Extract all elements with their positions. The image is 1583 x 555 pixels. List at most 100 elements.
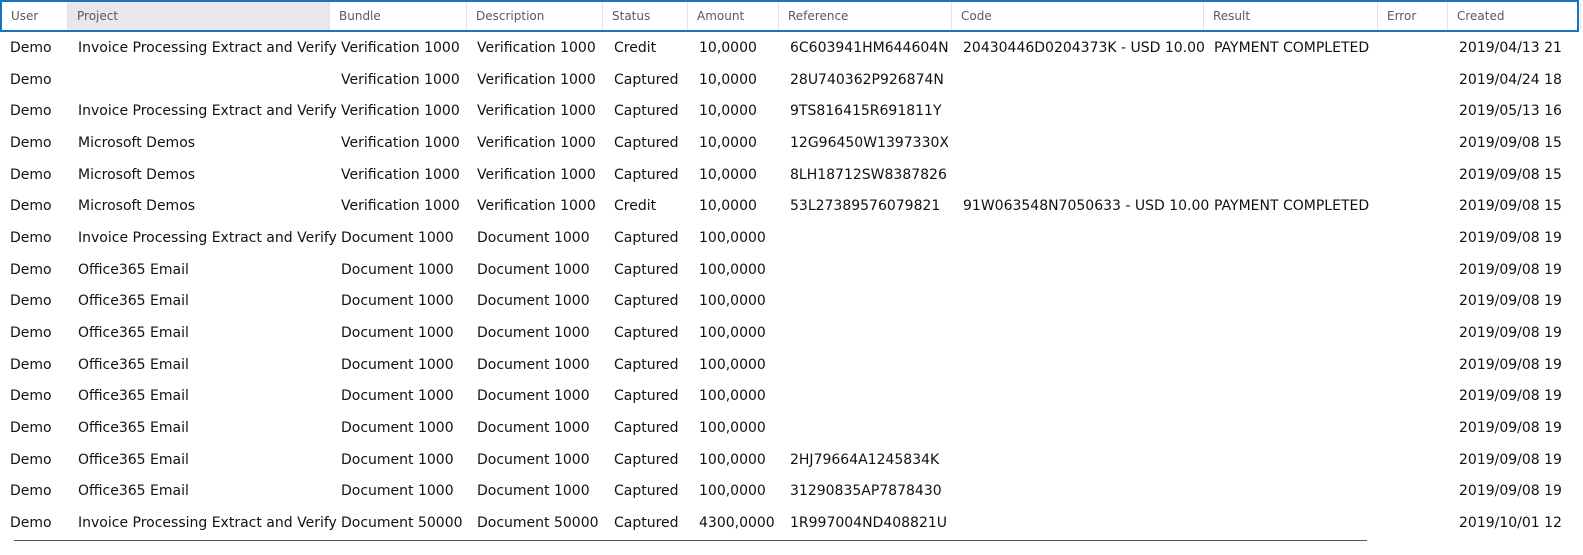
cell-bundle: Verification 1000	[341, 72, 460, 88]
cell-code: 91W063548N7050633 - USD 10.00	[963, 198, 1210, 214]
column-header-description[interactable]: Description	[467, 2, 603, 30]
column-header-code[interactable]: Code	[952, 2, 1204, 30]
cell-user: Demo	[10, 72, 52, 88]
table-row[interactable]: Demo Office365 Email Document 1000 Document…	[0, 349, 1583, 381]
table-row[interactable]: Demo Invoice Processing Extract and Verif…	[0, 222, 1583, 254]
cell-user: Demo	[10, 103, 52, 119]
table-row[interactable]: Demo Office365 Email Document 1000 Document…	[0, 380, 1583, 412]
cell-error	[1389, 64, 1455, 96]
table-row[interactable]: Demo Office365 Email Document 1000 Document…	[0, 444, 1583, 476]
cell-error	[1389, 507, 1455, 539]
cell-user: Demo	[10, 167, 52, 183]
cell-created: 2019/09/08 19	[1459, 452, 1562, 468]
cell-status: Captured	[614, 293, 679, 309]
table-row[interactable]: Demo Office365 Email Document 1000 Document…	[0, 254, 1583, 286]
cell-bundle: Document 1000	[341, 230, 454, 246]
cell-reference: 9TS816415R691811Y	[790, 103, 942, 119]
cell-project: Microsoft Demos	[78, 167, 196, 183]
cell-created: 2019/10/01 12	[1459, 515, 1562, 531]
cell-result	[1214, 507, 1385, 539]
cell-amount: 100,0000	[699, 230, 766, 246]
cell-status: Captured	[614, 420, 679, 436]
cell-description: Document 1000	[477, 357, 590, 373]
table-row[interactable]: Demo Microsoft Demos Verification 1000 Veri…	[0, 159, 1583, 191]
table-row[interactable]: Demo Microsoft Demos Verification 1000 Veri…	[0, 127, 1583, 159]
cell-user: Demo	[10, 325, 52, 341]
cell-error	[1389, 190, 1455, 222]
cell-created: 2019/09/08 19	[1459, 357, 1562, 373]
column-header-error[interactable]: Error	[1378, 2, 1448, 30]
column-header-reference[interactable]: Reference	[779, 2, 952, 30]
cell-amount: 10,0000	[699, 167, 757, 183]
cell-amount: 100,0000	[699, 293, 766, 309]
cell-project: Office365 Email	[78, 357, 189, 373]
cell-created: 2019/09/08 15	[1459, 167, 1562, 183]
cell-status: Captured	[614, 135, 679, 151]
cell-result	[1214, 254, 1385, 286]
cell-created: 2019/09/08 19	[1459, 293, 1562, 309]
cell-description: Document 1000	[477, 325, 590, 341]
column-header-created[interactable]: Created	[1448, 2, 1581, 30]
table-row[interactable]: Demo Verification 1000 Verification 1000 Ca…	[0, 64, 1583, 96]
cell-description: Document 1000	[477, 262, 590, 278]
cell-created: 2019/09/08 19	[1459, 262, 1562, 278]
column-header-result[interactable]: Result	[1204, 2, 1378, 30]
cell-amount: 100,0000	[699, 452, 766, 468]
cell-error	[1389, 444, 1455, 476]
cell-bundle: Verification 1000	[341, 135, 460, 151]
column-header-amount[interactable]: Amount	[688, 2, 779, 30]
cell-created: 2019/04/13 21	[1459, 40, 1562, 56]
table-row[interactable]: Demo Office365 Email Document 1000 Document…	[0, 412, 1583, 444]
cell-amount: 10,0000	[699, 198, 757, 214]
cell-project	[78, 64, 337, 96]
cell-error	[1389, 475, 1455, 507]
cell-amount: 100,0000	[699, 483, 766, 499]
cell-reference: 1R997004ND408821U	[790, 515, 948, 531]
cell-reference: 31290835AP7878430	[790, 483, 942, 499]
table-row[interactable]: Demo Office365 Email Document 1000 Document…	[0, 285, 1583, 317]
cell-reference	[790, 285, 959, 317]
cell-created: 2019/09/08 15	[1459, 198, 1562, 214]
cell-reference: 2HJ79664A1245834K	[790, 452, 940, 468]
column-header-project[interactable]: Project	[68, 2, 330, 30]
cell-project: Office365 Email	[78, 483, 189, 499]
cell-status: Credit	[614, 40, 657, 56]
table-row[interactable]: Demo Invoice Processing Extract and Verif…	[0, 32, 1583, 64]
cell-status: Captured	[614, 388, 679, 404]
table-row[interactable]: Demo Invoice Processing Extract and Verif…	[0, 95, 1583, 127]
cell-error	[1389, 380, 1455, 412]
cell-code: 20430446D0204373K - USD 10.00	[963, 40, 1205, 56]
column-header-bundle[interactable]: Bundle	[330, 2, 467, 30]
cell-description: Document 1000	[477, 420, 590, 436]
cell-project: Invoice Processing Extract and Verify	[78, 515, 337, 531]
table-row[interactable]: Demo Invoice Processing Extract and Verif…	[0, 507, 1583, 539]
cell-result	[1214, 95, 1385, 127]
cell-bundle: Document 1000	[341, 452, 454, 468]
cell-created: 2019/09/08 19	[1459, 230, 1562, 246]
cell-code	[963, 475, 1210, 507]
column-header-user[interactable]: User	[2, 2, 68, 30]
table-row[interactable]: Demo Office365 Email Document 1000 Document…	[0, 317, 1583, 349]
cell-user: Demo	[10, 135, 52, 151]
table-row[interactable]: Demo Microsoft Demos Verification 1000 Veri…	[0, 190, 1583, 222]
cell-project: Invoice Processing Extract and Verify	[78, 230, 337, 246]
cell-reference	[790, 222, 959, 254]
cell-description: Document 50000	[477, 515, 599, 531]
cell-bundle: Document 1000	[341, 325, 454, 341]
cell-user: Demo	[10, 388, 52, 404]
column-header-status[interactable]: Status	[603, 2, 688, 30]
cell-code	[963, 127, 1210, 159]
horizontal-scrollbar[interactable]	[14, 540, 1367, 541]
cell-code	[963, 317, 1210, 349]
table-row[interactable]: Demo Office365 Email Document 1000 Document…	[0, 475, 1583, 507]
cell-description: Verification 1000	[477, 72, 596, 88]
cell-created: 2019/09/08 15	[1459, 135, 1562, 151]
cell-code	[963, 444, 1210, 476]
cell-status: Captured	[614, 262, 679, 278]
cell-created: 2019/09/08 19	[1459, 483, 1562, 499]
cell-bundle: Verification 1000	[341, 103, 460, 119]
cell-amount: 100,0000	[699, 388, 766, 404]
cell-description: Verification 1000	[477, 103, 596, 119]
cell-description: Document 1000	[477, 388, 590, 404]
cell-error	[1389, 412, 1455, 444]
